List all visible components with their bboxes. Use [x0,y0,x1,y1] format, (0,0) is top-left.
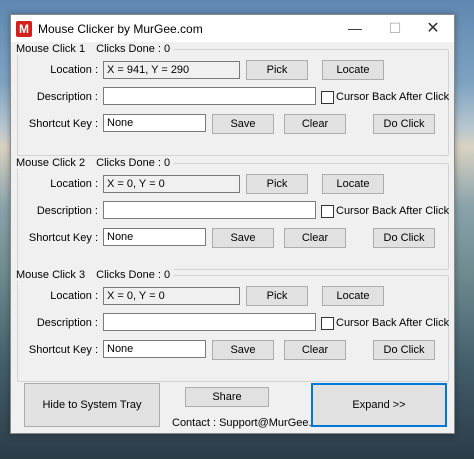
cursor-back-checkbox[interactable] [321,205,334,218]
cursor-back-label: Cursor Back After Click [336,91,450,103]
title-bar: M Mouse Clicker by MurGee.com — ☐ ✕ [11,15,454,42]
shortcut-key-input[interactable]: None [103,114,206,132]
mouse-click-1-group: Mouse Click 1 Clicks Done : 0 Location :… [12,43,450,156]
mouse-click-3-group: Mouse Click 3 Clicks Done : 0 Location :… [12,269,450,382]
clear-button[interactable]: Clear [284,340,346,360]
clear-button[interactable]: Clear [284,114,346,134]
clicks-done-counter: Clicks Done : 0 [96,43,171,55]
mouse-click-2-group: Mouse Click 2 Clicks Done : 0 Location :… [12,157,450,270]
clicks-done-counter: Clicks Done : 0 [96,157,171,169]
save-button[interactable]: Save [212,340,274,360]
save-button[interactable]: Save [212,228,274,248]
cursor-back-label: Cursor Back After Click [336,317,450,329]
locate-button[interactable]: Locate [322,174,384,194]
cursor-back-checkbox[interactable] [321,91,334,104]
group-title: Mouse Click 2 [16,157,86,169]
description-label: Description : [36,317,98,329]
location-field: X = 0, Y = 0 [103,175,240,193]
minimize-button[interactable]: — [335,15,375,42]
do-click-button[interactable]: Do Click [373,228,435,248]
description-label: Description : [36,205,98,217]
group-header: Mouse Click 1 Clicks Done : 0 [12,43,175,55]
app-logo-icon: M [16,21,32,37]
hide-to-system-tray-button[interactable]: Hide to System Tray [24,383,160,427]
clear-button[interactable]: Clear [284,228,346,248]
clicks-done-counter: Clicks Done : 0 [96,269,171,281]
save-button[interactable]: Save [212,114,274,134]
shortcut-key-label: Shortcut Key : [28,344,98,356]
pick-button[interactable]: Pick [246,60,308,80]
pick-button[interactable]: Pick [246,286,308,306]
shortcut-key-label: Shortcut Key : [28,232,98,244]
group-title: Mouse Click 1 [16,43,86,55]
location-field: X = 941, Y = 290 [103,61,240,79]
description-input[interactable] [103,201,316,219]
cursor-back-checkbox[interactable] [321,317,334,330]
group-header: Mouse Click 3 Clicks Done : 0 [12,269,175,281]
do-click-button[interactable]: Do Click [373,114,435,134]
contact-text: Contact : Support@MurGee.com [172,417,333,429]
description-input[interactable] [103,313,316,331]
shortcut-key-label: Shortcut Key : [28,118,98,130]
location-field: X = 0, Y = 0 [103,287,240,305]
location-label: Location : [50,290,98,302]
shortcut-key-input[interactable]: None [103,340,206,358]
group-title: Mouse Click 3 [16,269,86,281]
group-header: Mouse Click 2 Clicks Done : 0 [12,157,175,169]
window-title: Mouse Clicker by MurGee.com [38,22,203,36]
maximize-button[interactable]: ☐ [375,15,415,42]
mouse-clicker-window: M Mouse Clicker by MurGee.com — ☐ ✕ Mous… [10,14,455,434]
location-label: Location : [50,178,98,190]
pick-button[interactable]: Pick [246,174,308,194]
locate-button[interactable]: Locate [322,60,384,80]
description-input[interactable] [103,87,316,105]
cursor-back-label: Cursor Back After Click [336,205,450,217]
share-button[interactable]: Share [185,387,269,407]
shortcut-key-input[interactable]: None [103,228,206,246]
location-label: Location : [50,64,98,76]
locate-button[interactable]: Locate [322,286,384,306]
expand-button[interactable]: Expand >> [311,383,447,427]
close-button[interactable]: ✕ [413,15,453,42]
do-click-button[interactable]: Do Click [373,340,435,360]
description-label: Description : [36,91,98,103]
